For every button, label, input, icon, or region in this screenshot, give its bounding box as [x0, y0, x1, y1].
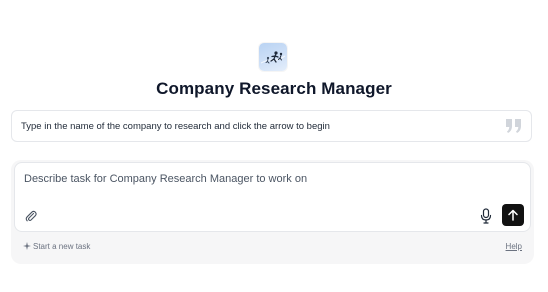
paperclip-icon[interactable]: [24, 209, 38, 223]
intro-text: Type in the name of the company to resea…: [21, 121, 330, 132]
start-new-task-label: Start a new task: [33, 242, 91, 251]
composer: [14, 162, 531, 232]
task-input[interactable]: [24, 173, 484, 185]
sparkle-icon: [23, 242, 31, 250]
page: Company Research Manager Type in the nam…: [0, 0, 548, 292]
start-new-task-link[interactable]: Start a new task: [23, 242, 90, 251]
agent-avatar: [259, 43, 287, 71]
send-button[interactable]: [502, 204, 524, 226]
quote-icon: [506, 119, 521, 133]
agent-title: Company Research Manager: [156, 79, 392, 98]
microphone-icon[interactable]: [479, 208, 493, 224]
help-link[interactable]: Help: [506, 242, 522, 251]
composer-container: Start a new task Help: [11, 160, 534, 264]
runner-avatar-icon: [260, 51, 286, 64]
arrow-up-icon: [508, 209, 518, 221]
intro-card: Type in the name of the company to resea…: [11, 110, 532, 142]
